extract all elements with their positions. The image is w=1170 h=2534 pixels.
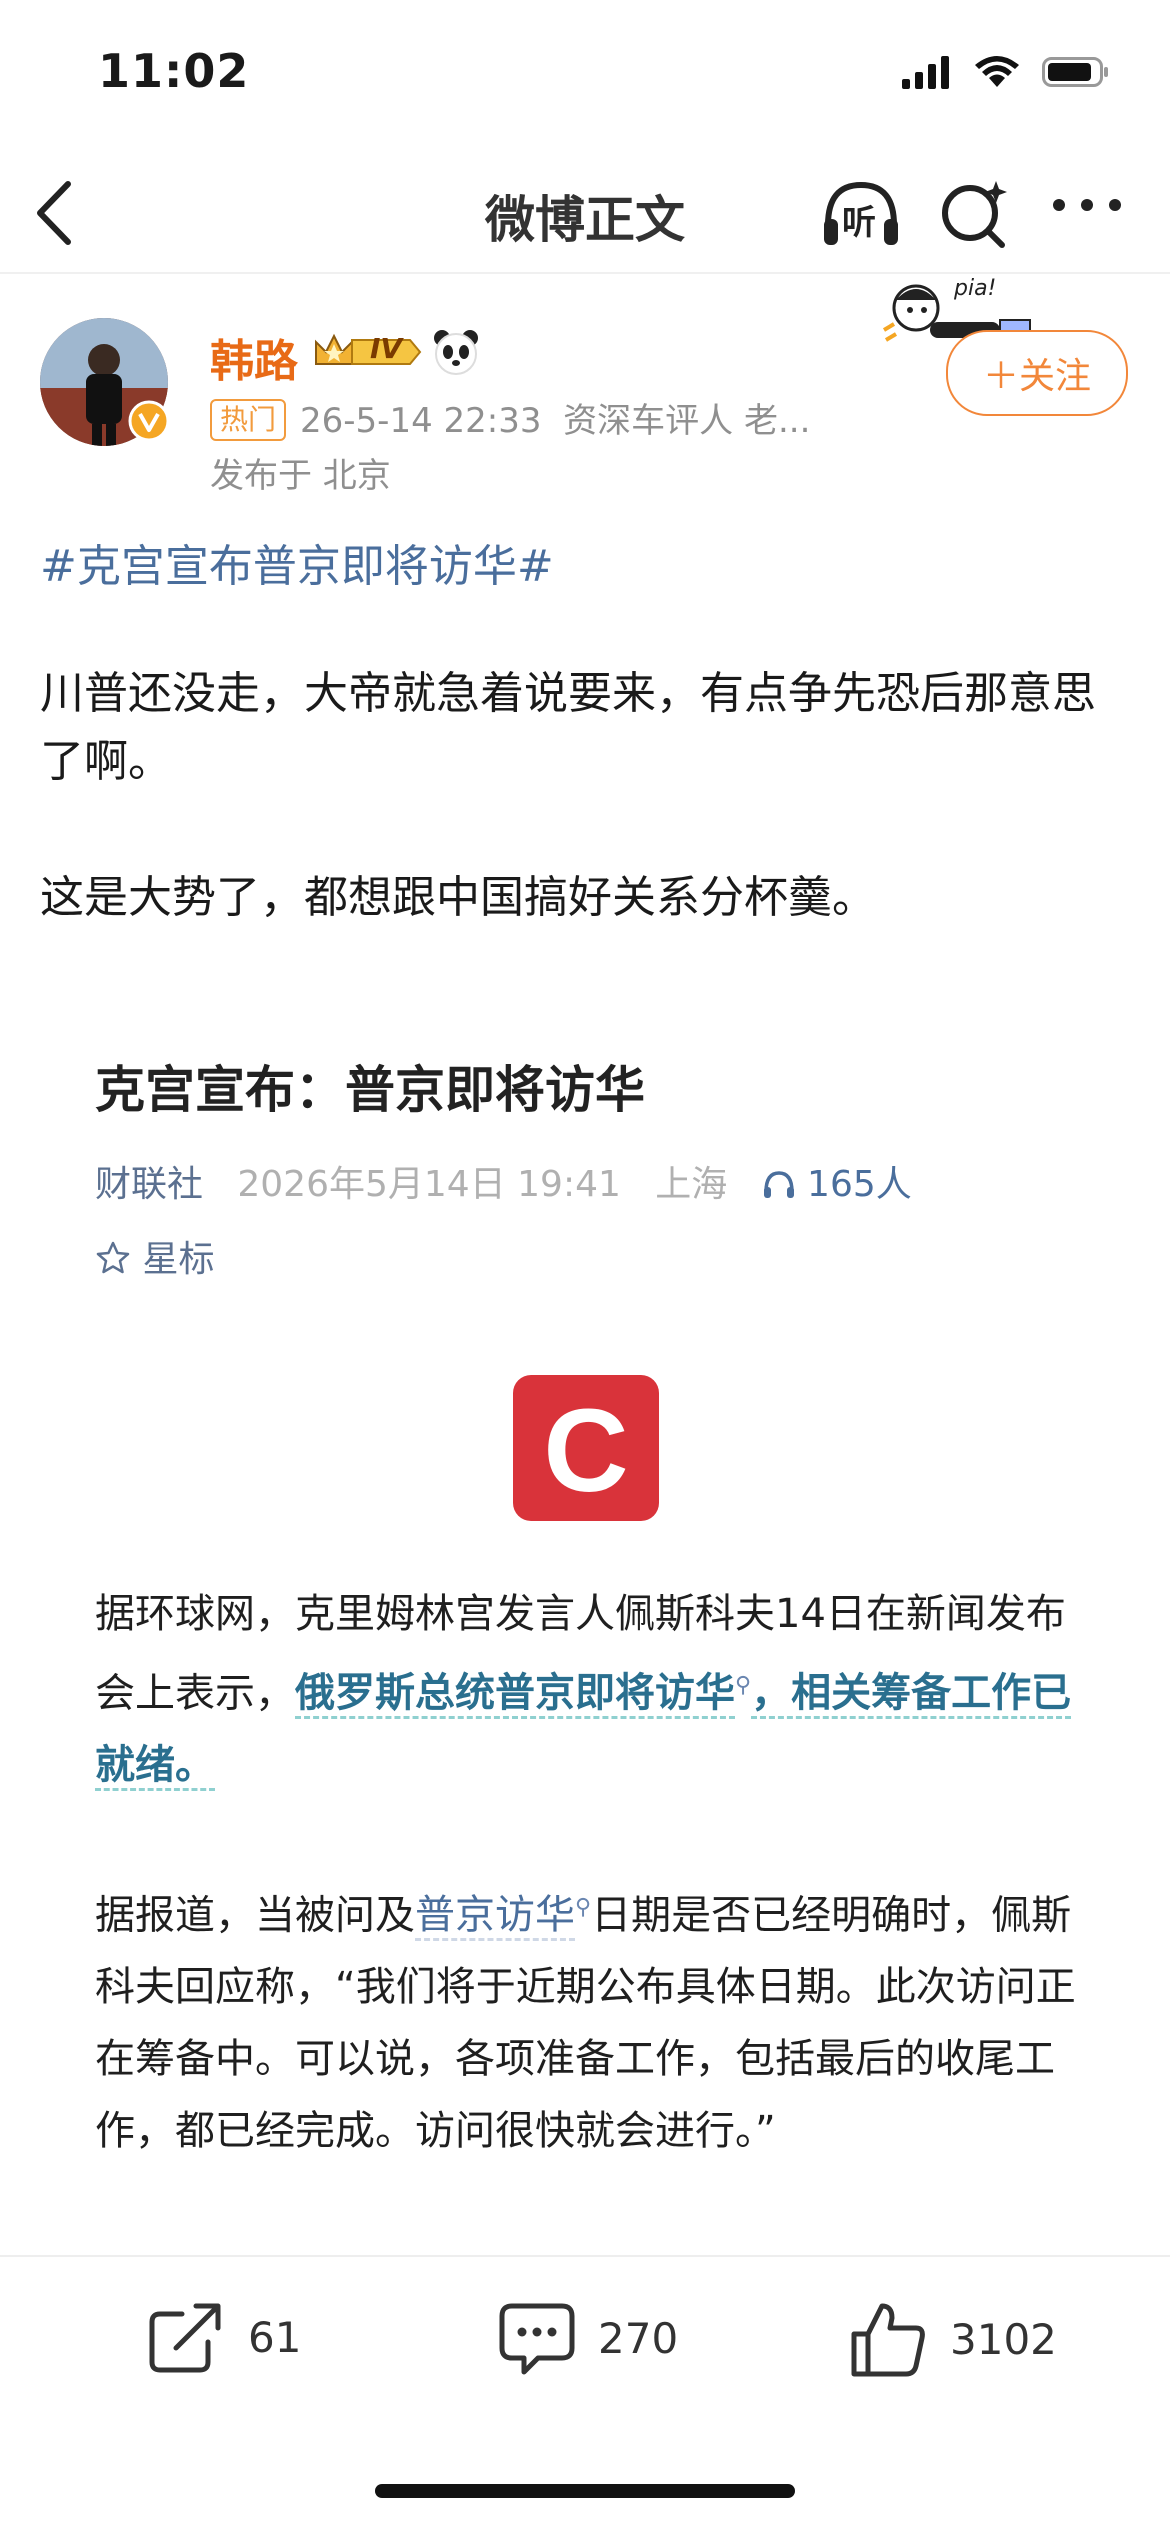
crown-icon: [315, 333, 422, 365]
home-indicator: [375, 2484, 795, 2498]
sticker-text: pia!: [954, 276, 997, 301]
wifi-icon: [975, 56, 1019, 87]
battery-icon: [1042, 57, 1108, 87]
comment-icon: [499, 2303, 575, 2375]
comment-count: 270: [598, 2313, 679, 2363]
star-button[interactable]: 星标: [95, 1230, 214, 1282]
post-paragraph: 川普还没走，大帝就急着说要来，有点争先恐后那意思了啊。: [40, 668, 1096, 787]
highlight-link[interactable]: 俄罗斯总统普京即将访华: [295, 1670, 735, 1720]
keyword-link[interactable]: 普京访华: [415, 1892, 575, 1942]
logo-letter: C: [543, 1385, 629, 1517]
comment-button[interactable]: 270: [498, 2300, 678, 2376]
star-label: 星标: [142, 1239, 215, 1280]
article-datetime: 2026年5月14日 19:41: [237, 1164, 621, 1205]
member-level-badge: IV: [312, 330, 424, 374]
source-logo: C: [513, 1375, 659, 1521]
like-button[interactable]: 3102: [850, 2300, 1057, 2378]
author-description: 资深车评人 老...: [563, 401, 811, 441]
article-paragraph: 据环球网，克里姆林宫发言人佩斯科夫14日在新闻发布会上表示，俄罗斯总统普京即将访…: [95, 1578, 1085, 1801]
search-icon[interactable]: ⚲: [575, 1895, 591, 1920]
star-icon: [96, 1241, 130, 1274]
article-source[interactable]: 财联社: [95, 1164, 203, 1205]
share-icon: [149, 2303, 221, 2373]
article-place: 上海: [655, 1164, 728, 1205]
hashtag-link[interactable]: #克宫宣布普京即将访华#: [40, 530, 554, 594]
article-text: 据报道，当被问及: [95, 1892, 415, 1939]
post-meta: 热门 26-5-14 22:33 资深车评人 老...: [210, 393, 810, 442]
like-count: 3102: [950, 2314, 1057, 2364]
search-sparkle-icon[interactable]: [938, 175, 1010, 253]
repost-count: 61: [248, 2312, 302, 2362]
article-listener-count: 165人: [807, 1164, 912, 1205]
post-timestamp: 26-5-14 22:33: [300, 401, 542, 441]
post-location: 发布于 北京: [210, 456, 391, 496]
listen-label: 听: [842, 203, 876, 243]
post-paragraph: 这是大势了，都想跟中国搞好关系分杯羹。: [40, 872, 876, 923]
hot-badge: 热门: [210, 399, 287, 441]
thumbs-up-icon: [851, 2303, 925, 2377]
panda-icon: [434, 330, 478, 375]
author-name[interactable]: 韩路: [210, 325, 298, 389]
article-paragraph: 据报道，当被问及普京访华⚲日期是否已经明确时，佩斯科夫回应称，“我们将于近期公布…: [95, 1872, 1085, 2167]
status-time: 11:02: [98, 44, 250, 98]
status-icons: [902, 52, 1110, 92]
headphones-small-icon: [763, 1171, 794, 1198]
signal-icon: [902, 56, 949, 89]
listen-button[interactable]: 听: [820, 175, 902, 255]
verified-badge-icon: [128, 400, 170, 442]
article-meta: 财联社 2026年5月14日 19:41 上海 165人: [95, 1155, 912, 1207]
article-title: 克宫宣布：普京即将访华: [95, 1061, 645, 1119]
search-icon[interactable]: ⚲: [735, 1673, 751, 1698]
repost-button[interactable]: 61: [148, 2300, 301, 2374]
article-listen[interactable]: 165人: [762, 1164, 912, 1205]
member-level-text: IV: [370, 332, 403, 365]
follow-button[interactable]: ＋关注: [946, 330, 1128, 416]
more-options-icon[interactable]: [1052, 198, 1122, 212]
